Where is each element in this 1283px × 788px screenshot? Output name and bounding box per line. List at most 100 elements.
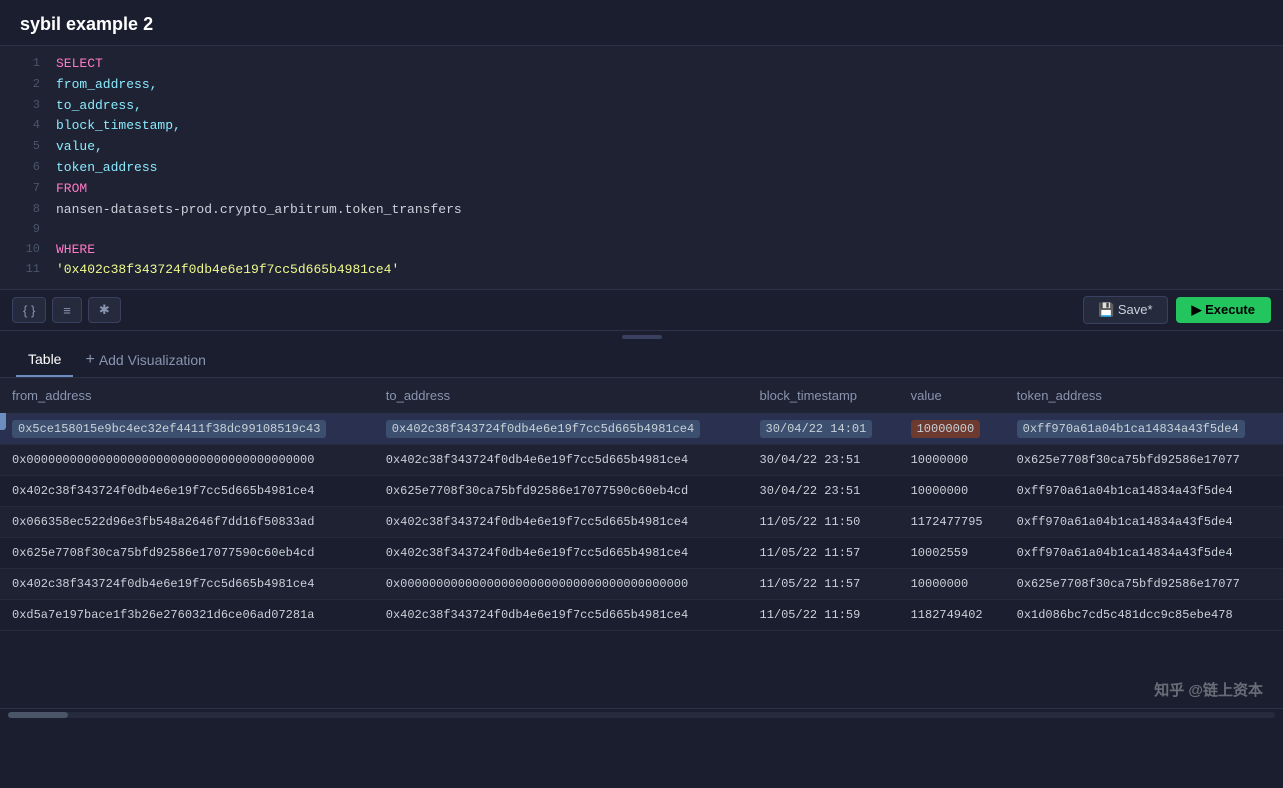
table-cell-value: 10000000 <box>899 414 1005 445</box>
table-cell-token_address: 0xff970a61a04b1ca14834a43f5de4 <box>1005 414 1283 445</box>
code-keyword: SELECT <box>56 54 103 75</box>
list-view-button[interactable]: ≡ <box>52 297 82 323</box>
line-number: 5 <box>12 137 40 156</box>
code-plain: nansen-datasets-prod.crypto_arbitrum.tok… <box>56 200 462 221</box>
table-cell-token_address: 0x625e7708f30ca75bfd92586e17077 <box>1005 445 1283 476</box>
add-visualization-button[interactable]: + Add Visualization <box>73 343 218 377</box>
table-cell-from_address: 0xd5a7e197bace1f3b26e2760321d6ce06ad0728… <box>0 600 374 631</box>
col-from-address: from_address <box>0 378 374 414</box>
table-cell-to_address: 0x402c38f343724f0db4e6e19f7cc5d665b4981c… <box>374 507 748 538</box>
table-row[interactable]: 0x5ce158015e9bc4ec32ef4411f38dc99108519c… <box>0 414 1283 445</box>
table-cell-token_address: 0xff970a61a04b1ca14834a43f5de4 <box>1005 538 1283 569</box>
table-cell-from_address: 0x625e7708f30ca75bfd92586e17077590c60eb4… <box>0 538 374 569</box>
execute-button[interactable]: ▶ Execute <box>1176 297 1271 323</box>
table-cell-block_timestamp: 30/04/22 14:01 <box>748 414 899 445</box>
results-table-container[interactable]: from_address to_address block_timestamp … <box>0 378 1283 788</box>
drag-indicator <box>622 335 662 339</box>
table-cell-to_address: 0x402c38f343724f0db4e6e19f7cc5d665b4981c… <box>374 445 748 476</box>
code-field: value, <box>56 137 103 158</box>
scrollbar-thumb <box>8 712 68 718</box>
editor-toolbar: { } ≡ ✱ 💾 Save* ▶ Execute <box>0 289 1283 331</box>
code-line-9: 9 <box>0 220 1283 239</box>
table-cell-from_address: 0x5ce158015e9bc4ec32ef4411f38dc99108519c… <box>0 414 374 445</box>
table-cell-to_address: 0x402c38f343724f0db4e6e19f7cc5d665b4981c… <box>374 414 748 445</box>
table-body: 0x5ce158015e9bc4ec32ef4411f38dc99108519c… <box>0 414 1283 631</box>
settings-button[interactable]: ✱ <box>88 297 121 323</box>
line-number: 8 <box>12 200 40 219</box>
col-value: value <box>899 378 1005 414</box>
table-cell-from_address: 0x066358ec522d96e3fb548a2646f7dd16f50833… <box>0 507 374 538</box>
line-number: 9 <box>12 220 40 239</box>
save-button[interactable]: 💾 Save* <box>1083 296 1168 324</box>
table-cell-value: 1182749402 <box>899 600 1005 631</box>
table-cell-token_address: 0xff970a61a04b1ca14834a43f5de4 <box>1005 476 1283 507</box>
toolbar-left-group: { } ≡ ✱ <box>12 297 121 323</box>
table-row[interactable]: 0x402c38f343724f0db4e6e19f7cc5d665b4981c… <box>0 569 1283 600</box>
code-field: token_address <box>56 158 157 179</box>
code-editor[interactable]: 1 SELECT 2 from_address, 3 to_address, 4… <box>0 45 1283 289</box>
table-cell-value: 10000000 <box>899 569 1005 600</box>
horizontal-scrollbar[interactable] <box>0 708 1283 720</box>
line-number: 2 <box>12 75 40 94</box>
code-line-3: 3 to_address, <box>0 96 1283 117</box>
table-cell-token_address: 0x625e7708f30ca75bfd92586e17077 <box>1005 569 1283 600</box>
code-field: block_timestamp, <box>56 116 181 137</box>
table-row[interactable]: 0x625e7708f30ca75bfd92586e17077590c60eb4… <box>0 538 1283 569</box>
resize-handle[interactable] <box>0 331 1283 343</box>
table-cell-token_address: 0x1d086bc7cd5c481dcc9c85ebe478 <box>1005 600 1283 631</box>
table-cell-value: 10002559 <box>899 538 1005 569</box>
col-block-timestamp: block_timestamp <box>748 378 899 414</box>
table-cell-value: 10000000 <box>899 476 1005 507</box>
table-cell-block_timestamp: 30/04/22 23:51 <box>748 476 899 507</box>
code-line-5: 5 value, <box>0 137 1283 158</box>
table-cell-token_address: 0xff970a61a04b1ca14834a43f5de4 <box>1005 507 1283 538</box>
code-line-7: 7 FROM <box>0 179 1283 200</box>
table-cell-from_address: 0x402c38f343724f0db4e6e19f7cc5d665b4981c… <box>0 569 374 600</box>
plus-icon: + <box>85 351 94 369</box>
code-keyword: WHERE <box>56 240 95 261</box>
table-cell-block_timestamp: 11/05/22 11:59 <box>748 600 899 631</box>
page-title: sybil example 2 <box>20 14 1263 35</box>
line-number: 1 <box>12 54 40 73</box>
results-tabs-bar: Table + Add Visualization <box>0 343 1283 378</box>
json-view-button[interactable]: { } <box>12 297 46 323</box>
tab-table[interactable]: Table <box>16 343 73 377</box>
code-field: from_address, <box>56 75 157 96</box>
code-line-8: 8 nansen-datasets-prod.crypto_arbitrum.t… <box>0 200 1283 221</box>
table-cell-from_address: 0x00000000000000000000000000000000000000… <box>0 445 374 476</box>
line-number: 6 <box>12 158 40 177</box>
code-string: '0x402c38f343724f0db4e6e19f7cc5d665b4981… <box>56 260 399 281</box>
table-cell-block_timestamp: 11/05/22 11:50 <box>748 507 899 538</box>
table-row[interactable]: 0x402c38f343724f0db4e6e19f7cc5d665b4981c… <box>0 476 1283 507</box>
table-row[interactable]: 0xd5a7e197bace1f3b26e2760321d6ce06ad0728… <box>0 600 1283 631</box>
code-line-10: 10 WHERE <box>0 240 1283 261</box>
line-number: 11 <box>12 260 40 279</box>
line-number: 4 <box>12 116 40 135</box>
code-line-2: 2 from_address, <box>0 75 1283 96</box>
table-cell-block_timestamp: 11/05/22 11:57 <box>748 569 899 600</box>
code-field: to_address, <box>56 96 142 117</box>
line-number: 10 <box>12 240 40 259</box>
add-viz-label: Add Visualization <box>99 352 206 368</box>
table-cell-to_address: 0x402c38f343724f0db4e6e19f7cc5d665b4981c… <box>374 538 748 569</box>
table-cell-value: 1172477795 <box>899 507 1005 538</box>
code-line-1: 1 SELECT <box>0 54 1283 75</box>
table-cell-value: 10000000 <box>899 445 1005 476</box>
toolbar-right-group: 💾 Save* ▶ Execute <box>1083 296 1271 324</box>
col-to-address: to_address <box>374 378 748 414</box>
code-line-11: 11 '0x402c38f343724f0db4e6e19f7cc5d665b4… <box>0 260 1283 281</box>
code-line-6: 6 token_address <box>0 158 1283 179</box>
table-cell-to_address: 0x00000000000000000000000000000000000000… <box>374 569 748 600</box>
table-row[interactable]: 0x066358ec522d96e3fb548a2646f7dd16f50833… <box>0 507 1283 538</box>
table-cell-from_address: 0x402c38f343724f0db4e6e19f7cc5d665b4981c… <box>0 476 374 507</box>
table-cell-block_timestamp: 30/04/22 23:51 <box>748 445 899 476</box>
table-header: from_address to_address block_timestamp … <box>0 378 1283 414</box>
results-table: from_address to_address block_timestamp … <box>0 378 1283 631</box>
table-cell-block_timestamp: 11/05/22 11:57 <box>748 538 899 569</box>
table-cell-to_address: 0x625e7708f30ca75bfd92586e17077590c60eb4… <box>374 476 748 507</box>
line-number: 7 <box>12 179 40 198</box>
col-token-address: token_address <box>1005 378 1283 414</box>
scrollbar-track <box>8 712 1275 718</box>
code-line-4: 4 block_timestamp, <box>0 116 1283 137</box>
table-row[interactable]: 0x00000000000000000000000000000000000000… <box>0 445 1283 476</box>
